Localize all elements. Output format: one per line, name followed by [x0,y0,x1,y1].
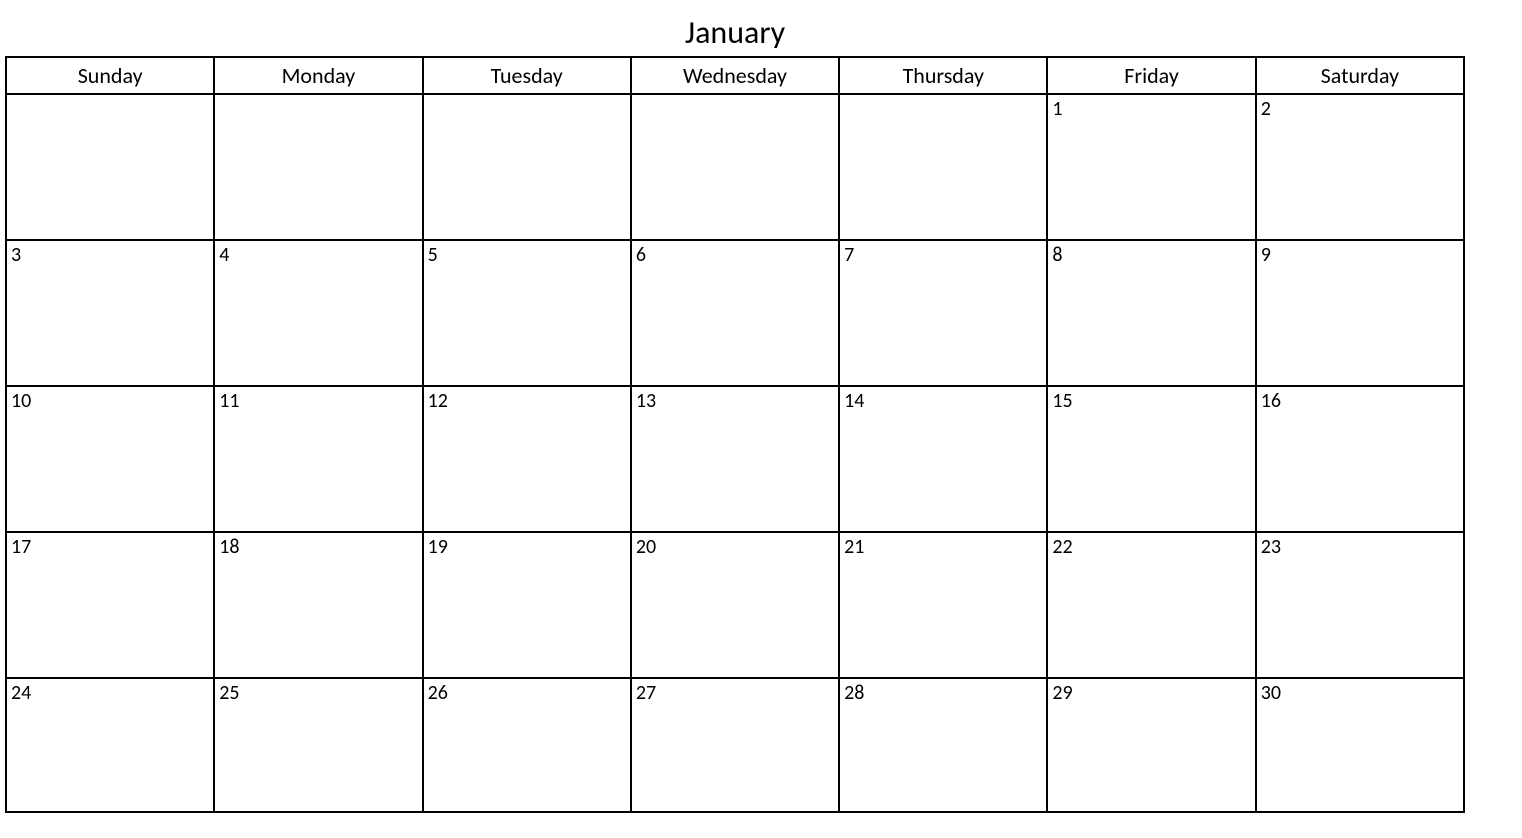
week-row: 24 25 26 27 28 29 30 [6,678,1464,812]
day-cell[interactable]: 4 [214,240,422,386]
day-header-saturday: Saturday [1256,57,1464,94]
day-cell[interactable] [839,94,1047,240]
day-cell[interactable]: 20 [631,532,839,678]
day-cell[interactable]: 5 [423,240,631,386]
day-cell[interactable]: 14 [839,386,1047,532]
day-header-thursday: Thursday [839,57,1047,94]
day-header-row: Sunday Monday Tuesday Wednesday Thursday… [6,57,1464,94]
week-row: 3 4 5 6 7 8 9 [6,240,1464,386]
day-cell[interactable]: 9 [1256,240,1464,386]
day-cell[interactable]: 10 [6,386,214,532]
day-cell[interactable]: 11 [214,386,422,532]
day-cell[interactable]: 3 [6,240,214,386]
day-cell[interactable]: 13 [631,386,839,532]
day-cell[interactable] [631,94,839,240]
day-header-friday: Friday [1047,57,1255,94]
day-cell[interactable]: 8 [1047,240,1255,386]
day-cell[interactable]: 17 [6,532,214,678]
day-header-monday: Monday [214,57,422,94]
day-cell[interactable] [214,94,422,240]
day-cell[interactable]: 22 [1047,532,1255,678]
day-cell[interactable]: 28 [839,678,1047,812]
day-cell[interactable]: 30 [1256,678,1464,812]
day-cell[interactable]: 21 [839,532,1047,678]
day-cell[interactable]: 23 [1256,532,1464,678]
day-cell[interactable]: 25 [214,678,422,812]
day-cell[interactable]: 29 [1047,678,1255,812]
day-cell[interactable]: 18 [214,532,422,678]
day-cell[interactable]: 26 [423,678,631,812]
week-row: 10 11 12 13 14 15 16 [6,386,1464,532]
day-cell[interactable]: 19 [423,532,631,678]
day-cell[interactable]: 24 [6,678,214,812]
week-row: 1 2 [6,94,1464,240]
calendar-table: Sunday Monday Tuesday Wednesday Thursday… [5,56,1465,813]
day-cell[interactable] [423,94,631,240]
day-header-sunday: Sunday [6,57,214,94]
day-cell[interactable]: 27 [631,678,839,812]
day-header-wednesday: Wednesday [631,57,839,94]
day-cell[interactable] [6,94,214,240]
day-cell[interactable]: 6 [631,240,839,386]
day-cell[interactable]: 2 [1256,94,1464,240]
day-header-tuesday: Tuesday [423,57,631,94]
day-cell[interactable]: 15 [1047,386,1255,532]
month-title: January [5,5,1465,56]
day-cell[interactable]: 12 [423,386,631,532]
day-cell[interactable]: 7 [839,240,1047,386]
week-row: 17 18 19 20 21 22 23 [6,532,1464,678]
day-cell[interactable]: 16 [1256,386,1464,532]
day-cell[interactable]: 1 [1047,94,1255,240]
calendar-container: January Sunday Monday Tuesday Wednesday … [5,5,1465,813]
